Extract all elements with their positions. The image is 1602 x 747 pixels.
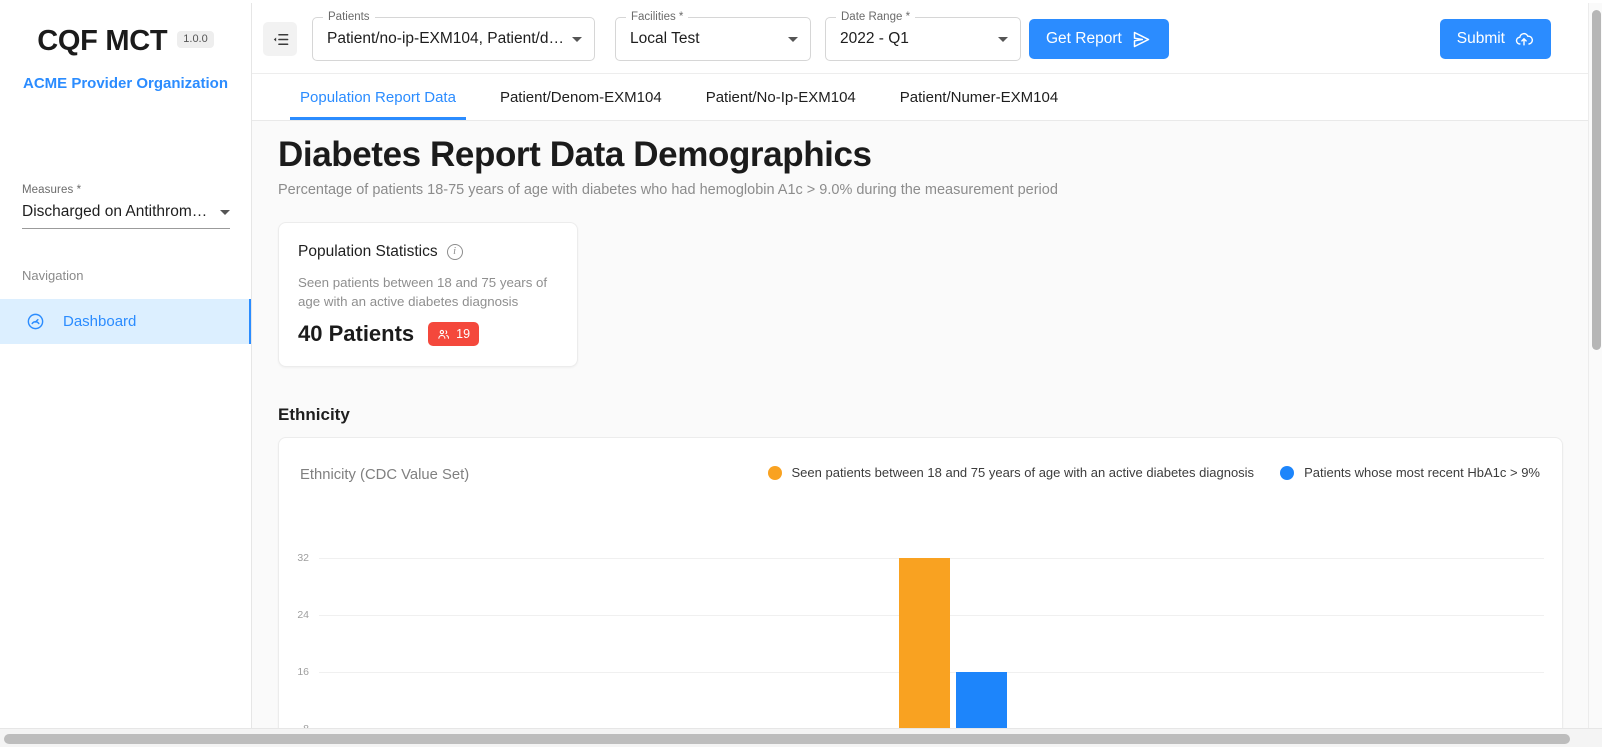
version-badge: 1.0.0 (177, 31, 213, 48)
legend-label: Patients whose most recent HbA1c > 9% (1304, 465, 1540, 480)
top-toolbar: Patients Patient/no-ip-EXM104, Patient/d… (252, 3, 1589, 74)
gauge-icon (26, 312, 45, 331)
get-report-label: Get Report (1046, 30, 1122, 48)
y-axis-tick-label: 24 (279, 609, 309, 621)
horizontal-scrollbar[interactable] (0, 728, 1602, 747)
facilities-label: Facilities * (626, 10, 688, 24)
tab-patient-numer-exm104[interactable]: Patient/Numer-EXM104 (878, 74, 1080, 120)
patients-value: Patient/no-ip-EXM104, Patient/deno... (327, 30, 564, 48)
get-report-button[interactable]: Get Report (1029, 19, 1169, 59)
facilities-select[interactable]: Facilities * Local Test (615, 17, 811, 61)
vertical-scrollbar[interactable] (1588, 3, 1602, 728)
chart-plot-area: 8162432 (279, 536, 1563, 728)
chart-bar[interactable] (899, 558, 950, 728)
stat-card-header: Population Statistics i (298, 243, 557, 261)
tab-patient-no-ip-exm104[interactable]: Patient/No-Ip-EXM104 (684, 74, 878, 120)
legend-label: Seen patients between 18 and 75 years of… (792, 465, 1255, 480)
page-title: Diabetes Report Data Demographics (278, 135, 872, 175)
main-content: Population Report Data Patient/Denom-EXM… (252, 74, 1589, 728)
measures-select[interactable]: Discharged on Antithromb... (22, 203, 230, 229)
section-heading-ethnicity: Ethnicity (278, 405, 350, 425)
legend-item-seen-patients[interactable]: Seen patients between 18 and 75 years of… (768, 465, 1255, 480)
chart-legend: Seen patients between 18 and 75 years of… (768, 465, 1540, 480)
patients-label: Patients (323, 10, 375, 24)
page-subtitle: Percentage of patients 18-75 years of ag… (278, 182, 1058, 198)
legend-color-swatch (1280, 466, 1294, 480)
date-range-select[interactable]: Date Range * 2022 - Q1 (825, 17, 1021, 61)
sidebar-toggle-button[interactable] (263, 22, 297, 56)
sidebar-item-dashboard[interactable]: Dashboard (0, 299, 252, 344)
measures-field-group: Measures * Discharged on Antithromb... (22, 184, 230, 229)
brand-title: CQF MCT (37, 25, 167, 58)
info-icon[interactable]: i (447, 244, 463, 260)
date-range-label: Date Range * (836, 10, 915, 24)
stat-card-description: Seen patients between 18 and 75 years of… (298, 273, 556, 311)
population-statistics-card: Population Statistics i Seen patients be… (278, 222, 578, 367)
tab-population-report-data[interactable]: Population Report Data (278, 74, 478, 120)
cloud-upload-icon (1514, 29, 1534, 49)
tab-bar: Population Report Data Patient/Denom-EXM… (252, 74, 1589, 121)
submit-button[interactable]: Submit (1440, 19, 1551, 59)
menu-collapse-icon (271, 30, 290, 49)
date-range-value: 2022 - Q1 (840, 30, 990, 48)
horizontal-scrollbar-thumb[interactable] (4, 734, 1570, 744)
submit-label: Submit (1457, 30, 1505, 48)
brand: CQF MCT 1.0.0 (0, 25, 251, 58)
legend-color-swatch (768, 466, 782, 480)
chevron-down-icon (220, 210, 230, 215)
measures-selected-value: Discharged on Antithromb... (22, 203, 212, 221)
patients-select[interactable]: Patients Patient/no-ip-EXM104, Patient/d… (312, 17, 595, 61)
facilities-value: Local Test (630, 30, 780, 48)
people-icon (437, 328, 450, 341)
stat-card-title: Population Statistics (298, 243, 438, 261)
badge-count: 19 (456, 327, 470, 341)
navigation-heading: Navigation (22, 268, 83, 283)
send-icon (1131, 29, 1152, 50)
chart-title: Ethnicity (CDC Value Set) (300, 467, 469, 483)
application-window: CQF MCT 1.0.0 ACME Provider Organization… (0, 0, 1602, 747)
organization-link[interactable]: ACME Provider Organization (0, 75, 251, 92)
y-axis-tick-label: 32 (279, 552, 309, 564)
sidebar: CQF MCT 1.0.0 ACME Provider Organization… (0, 3, 252, 728)
status-badge: 19 (428, 322, 479, 346)
chart-bar[interactable] (956, 672, 1007, 728)
chevron-down-icon (788, 37, 798, 42)
y-axis-tick-label: 16 (279, 666, 309, 678)
patient-count: 40 Patients (298, 321, 414, 347)
tab-patient-denom-exm104[interactable]: Patient/Denom-EXM104 (478, 74, 684, 120)
measures-label: Measures * (22, 184, 230, 196)
chevron-down-icon (572, 37, 582, 42)
legend-item-hba1c[interactable]: Patients whose most recent HbA1c > 9% (1280, 465, 1540, 480)
ethnicity-chart-card: Ethnicity (CDC Value Set) Seen patients … (278, 437, 1563, 728)
vertical-scrollbar-thumb[interactable] (1592, 10, 1601, 350)
sidebar-item-label: Dashboard (63, 313, 136, 330)
chevron-down-icon (998, 37, 1008, 42)
stat-card-value-row: 40 Patients 19 (298, 321, 557, 347)
